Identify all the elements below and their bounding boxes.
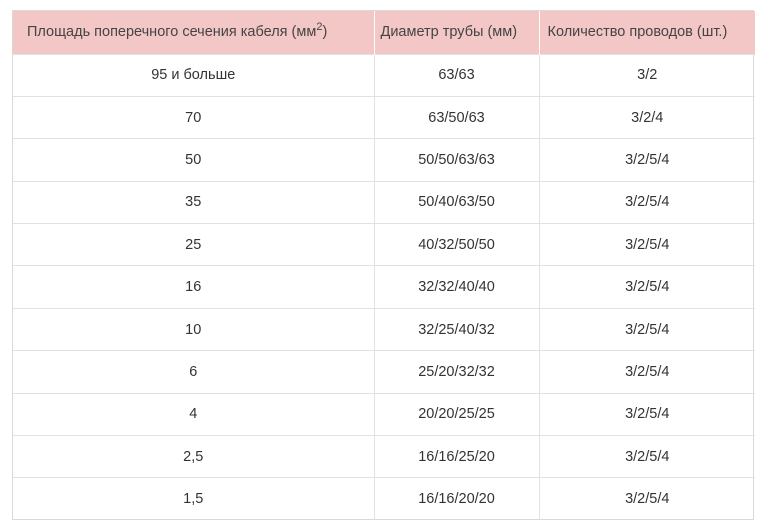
cell-pipe-diameter: 20/20/25/25	[374, 392, 540, 436]
table-row: 1,5 16/16/20/20 3/2/5/4	[13, 477, 755, 521]
cell-cross-section: 16	[13, 265, 375, 309]
cell-wire-count: 3/2/5/4	[539, 265, 755, 309]
cell-wire-count: 3/2/5/4	[539, 138, 755, 182]
cell-cross-section: 1,5	[13, 477, 375, 521]
cell-cross-section: 95 и больше	[13, 53, 375, 97]
cell-cross-section: 10	[13, 307, 375, 351]
cell-pipe-diameter: 25/20/32/32	[374, 350, 540, 394]
table-row: 16 32/32/40/40 3/2/5/4	[13, 265, 755, 309]
header-wire-count: Количество проводов (шт.)	[539, 11, 755, 54]
cell-wire-count: 3/2/4	[539, 95, 755, 139]
table-body: 95 и больше 63/63 3/2 70 63/50/63 3/2/4 50 50/5…	[13, 53, 755, 521]
cell-pipe-diameter: 16/16/25/20	[374, 435, 540, 478]
table-row: 2,5 16/16/25/20 3/2/5/4	[13, 435, 755, 478]
table-row: 10 32/25/40/32 3/2/5/4	[13, 307, 755, 351]
cell-cross-section: 35	[13, 180, 375, 224]
table-row: 6 25/20/32/32 3/2/5/4	[13, 350, 755, 394]
cell-pipe-diameter: 50/50/63/63	[374, 138, 540, 182]
table-row: 25 40/32/50/50 3/2/5/4	[13, 223, 755, 266]
cell-pipe-diameter: 63/50/63	[374, 95, 540, 139]
cell-cross-section: 25	[13, 223, 375, 266]
table-row: 95 и больше 63/63 3/2	[13, 53, 755, 97]
cell-pipe-diameter: 16/16/20/20	[374, 477, 540, 521]
cell-wire-count: 3/2/5/4	[539, 180, 755, 224]
table-row: 35 50/40/63/50 3/2/5/4	[13, 180, 755, 224]
cable-pipe-table-frame: Площадь поперечного сечения кабеля (мм2)…	[12, 10, 755, 521]
table-row: 4 20/20/25/25 3/2/5/4	[13, 392, 755, 436]
header-cross-section: Площадь поперечного сечения кабеля (мм2)	[13, 11, 375, 54]
header-pipe-diameter: Диаметр трубы (мм)	[374, 11, 540, 54]
cell-pipe-diameter: 63/63	[374, 53, 540, 97]
cell-wire-count: 3/2/5/4	[539, 392, 755, 436]
cell-wire-count: 3/2/5/4	[539, 307, 755, 351]
cell-cross-section: 6	[13, 350, 375, 394]
cell-wire-count: 3/2/5/4	[539, 477, 755, 521]
cable-pipe-table: Площадь поперечного сечения кабеля (мм2)…	[13, 11, 755, 521]
table-row: 70 63/50/63 3/2/4	[13, 95, 755, 139]
table-header-row: Площадь поперечного сечения кабеля (мм2)…	[13, 11, 755, 54]
header-cross-section-suffix: )	[322, 24, 328, 41]
header-cross-section-label: Площадь поперечного сечения кабеля (мм	[27, 24, 317, 41]
cell-cross-section: 2,5	[13, 435, 375, 478]
cell-cross-section: 50	[13, 138, 375, 182]
table-row: 50 50/50/63/63 3/2/5/4	[13, 138, 755, 182]
cell-cross-section: 4	[13, 392, 375, 436]
cell-wire-count: 3/2/5/4	[539, 435, 755, 478]
cell-pipe-diameter: 40/32/50/50	[374, 223, 540, 266]
cell-wire-count: 3/2/5/4	[539, 223, 755, 266]
cell-pipe-diameter: 32/25/40/32	[374, 307, 540, 351]
cell-cross-section: 70	[13, 95, 375, 139]
cell-wire-count: 3/2/5/4	[539, 350, 755, 394]
cell-pipe-diameter: 50/40/63/50	[374, 180, 540, 224]
cell-wire-count: 3/2	[539, 53, 755, 97]
cell-pipe-diameter: 32/32/40/40	[374, 265, 540, 309]
